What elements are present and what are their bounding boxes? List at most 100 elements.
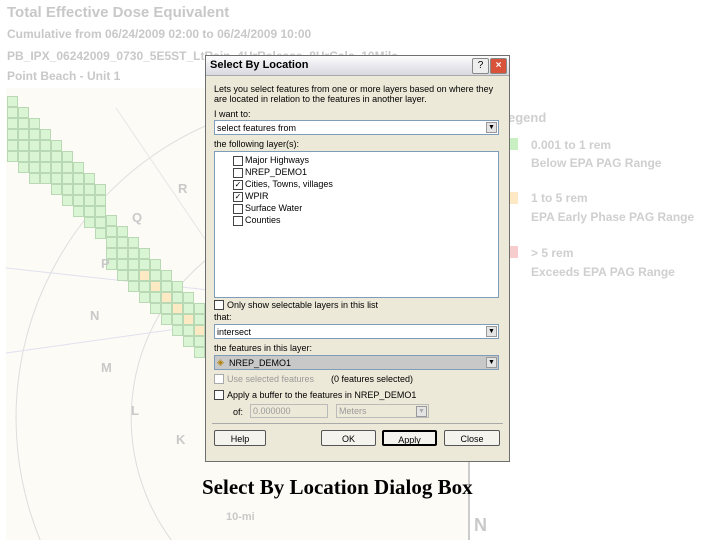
plume-cell bbox=[194, 347, 205, 358]
plume-cell bbox=[95, 217, 106, 228]
legend-swatch-orange bbox=[510, 192, 518, 204]
plume-cell bbox=[62, 151, 73, 162]
layers-list[interactable]: Major Highways NREP_DEMO1 ✓ Cities, Towns, … bbox=[214, 151, 499, 298]
plume-cell bbox=[29, 151, 40, 162]
plume-cell bbox=[40, 151, 51, 162]
plume-cell bbox=[7, 118, 18, 129]
want-label: I want to: bbox=[214, 109, 251, 119]
chevron-down-icon[interactable]: ▼ bbox=[486, 326, 497, 337]
buffer-distance-input[interactable]: 0.000000 bbox=[250, 404, 328, 418]
plume-cell bbox=[84, 206, 95, 217]
plume-cell bbox=[29, 118, 40, 129]
site-name: Point Beach - Unit 1 bbox=[7, 69, 121, 83]
plume-cell bbox=[51, 173, 62, 184]
separator bbox=[212, 423, 503, 424]
plume-cell bbox=[161, 303, 172, 314]
plume-cell bbox=[183, 325, 194, 336]
plume-cell bbox=[18, 162, 29, 173]
layer-checkbox[interactable] bbox=[233, 216, 243, 226]
ok-button[interactable]: OK bbox=[321, 430, 376, 446]
legend-swatch-green bbox=[510, 138, 518, 150]
selected-count: (0 features selected) bbox=[331, 374, 414, 384]
relationship-select[interactable]: intersect ▼ bbox=[214, 324, 499, 339]
apply-buffer-checkbox[interactable] bbox=[214, 390, 224, 400]
plume-cell bbox=[62, 173, 73, 184]
plume-cell bbox=[106, 237, 117, 248]
sector-label: L bbox=[131, 403, 139, 418]
chevron-down-icon[interactable]: ▼ bbox=[486, 357, 497, 368]
sector-label: R bbox=[178, 181, 188, 196]
plume-cell bbox=[18, 140, 29, 151]
plume-cell bbox=[139, 292, 150, 303]
plume-cell bbox=[117, 226, 128, 237]
legend-desc: Exceeds EPA PAG Range bbox=[531, 265, 675, 279]
plume-cell bbox=[40, 129, 51, 140]
plume-cell bbox=[161, 270, 172, 281]
plume-cell bbox=[194, 314, 205, 325]
layer-checkbox[interactable]: ✓ bbox=[233, 180, 243, 190]
plume-cell bbox=[7, 96, 18, 107]
plume-cell bbox=[40, 173, 51, 184]
relationship-value: intersect bbox=[217, 327, 252, 337]
layer-item-label: Major Highways bbox=[245, 155, 310, 165]
plume-cell bbox=[73, 162, 84, 173]
legend-swatch-red bbox=[510, 246, 518, 258]
plume-cell bbox=[194, 303, 205, 314]
plume-cell bbox=[106, 215, 117, 226]
plume-cell bbox=[139, 281, 150, 292]
plume-cell bbox=[51, 184, 62, 195]
layer-checkbox[interactable] bbox=[233, 204, 243, 214]
legend-range: > 5 rem bbox=[531, 246, 574, 260]
layer-checkbox[interactable] bbox=[233, 156, 243, 166]
buffer-unit-select[interactable]: Meters ▼ bbox=[336, 404, 429, 418]
source-layer-select[interactable]: NREP_DEMO1 ◈ ▼ bbox=[214, 355, 499, 370]
layer-item-label: Surface Water bbox=[245, 203, 303, 213]
buffer-unit-value: Meters bbox=[339, 406, 367, 416]
plume-cell bbox=[51, 140, 62, 151]
plume-cell bbox=[172, 314, 183, 325]
plume-cell bbox=[95, 206, 106, 217]
dialog-title: Select By Location bbox=[210, 59, 309, 71]
scale-label: 10-mi bbox=[226, 511, 255, 523]
plume-cell bbox=[62, 195, 73, 206]
plume-cell bbox=[150, 292, 161, 303]
plume-cell bbox=[51, 162, 62, 173]
use-selected-checkbox[interactable] bbox=[214, 374, 224, 384]
layer-checkbox[interactable] bbox=[233, 168, 243, 178]
plume-cell bbox=[150, 270, 161, 281]
plume-cell bbox=[29, 129, 40, 140]
plume-cell bbox=[139, 248, 150, 259]
legend-desc: EPA Early Phase PAG Range bbox=[531, 210, 695, 224]
plume-cell bbox=[183, 314, 194, 325]
sector-label: Q bbox=[132, 210, 143, 225]
layer-item-label: Counties bbox=[245, 215, 281, 225]
layer-checkbox[interactable]: ✓ bbox=[233, 192, 243, 202]
plume-cell bbox=[117, 237, 128, 248]
plume-cell bbox=[84, 217, 95, 228]
plume-cell bbox=[128, 259, 139, 270]
sector-label: N bbox=[90, 308, 100, 323]
plume-cell bbox=[84, 184, 95, 195]
features-label: the features in this layer: bbox=[214, 343, 313, 353]
only-selectable-label: Only show selectable layers in this list bbox=[227, 300, 379, 310]
legend-range: 0.001 to 1 rem bbox=[531, 138, 612, 152]
only-selectable-checkbox[interactable] bbox=[214, 300, 224, 310]
plume-cell bbox=[172, 281, 183, 292]
help-icon[interactable]: ? bbox=[472, 58, 489, 74]
chevron-down-icon[interactable]: ▼ bbox=[486, 122, 497, 133]
plume-cell bbox=[117, 259, 128, 270]
close-button[interactable]: Close bbox=[444, 430, 500, 446]
apply-button[interactable]: Apply bbox=[382, 430, 437, 446]
plume-cell bbox=[73, 195, 84, 206]
title-bar[interactable]: Select By Location ? × bbox=[206, 56, 509, 76]
plume-cell bbox=[161, 281, 172, 292]
north-label: N bbox=[474, 515, 487, 535]
close-icon[interactable]: × bbox=[490, 58, 507, 74]
plume-cell bbox=[29, 140, 40, 151]
action-select[interactable]: select features from ▼ bbox=[214, 120, 499, 135]
apply-buffer-label: Apply a buffer to the features in NREP_D… bbox=[227, 390, 417, 400]
layer-item-label: NREP_DEMO1 bbox=[245, 167, 308, 177]
help-button[interactable]: Help bbox=[214, 430, 266, 446]
layer-item-label: WPIR bbox=[245, 191, 269, 201]
plume-cell bbox=[117, 270, 128, 281]
